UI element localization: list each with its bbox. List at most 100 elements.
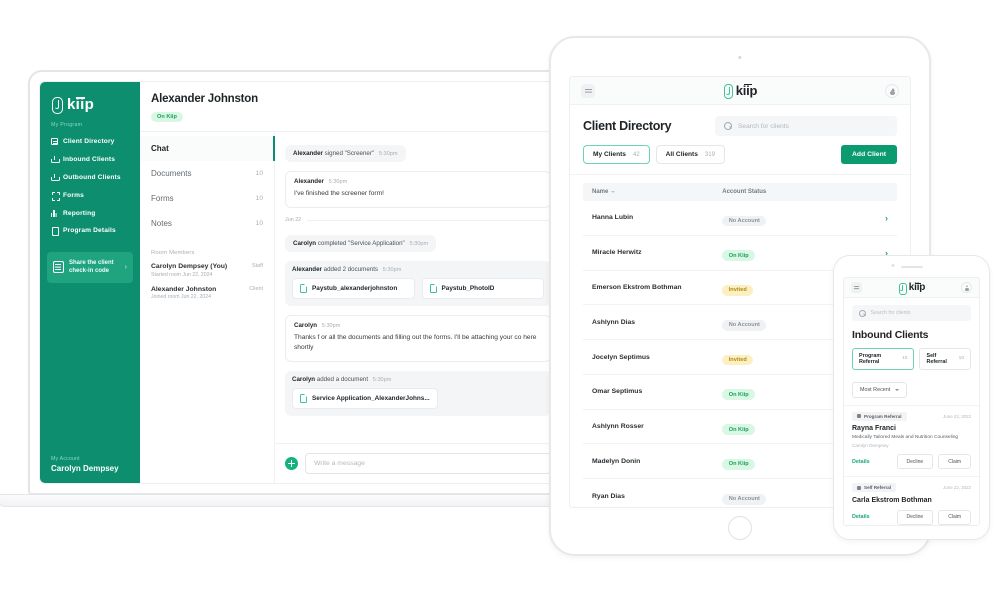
document-chip[interactable]: Service Application_AlexanderJohns... bbox=[292, 388, 438, 409]
device-mockup-scene: kiip My Program Client Directory Inbound… bbox=[0, 0, 1000, 592]
decline-button[interactable]: Decline bbox=[896, 454, 934, 470]
phone-speaker bbox=[900, 266, 923, 268]
segment-all-clients[interactable]: All Clients 319 bbox=[655, 145, 725, 164]
hamburger-icon[interactable] bbox=[851, 282, 862, 293]
laptop-device: kiip My Program Client Directory Inbound… bbox=[0, 70, 603, 520]
laptop-body: Chat Documents 10 Forms 10 Notes 10 Room… bbox=[140, 132, 561, 483]
tab-label: Documents bbox=[151, 169, 192, 178]
referral-type-label: Program Referral bbox=[864, 413, 902, 419]
search-placeholder: Search for clients bbox=[870, 309, 911, 316]
row-chevron-icon[interactable]: › bbox=[872, 213, 888, 223]
kiip-mark-icon bbox=[51, 97, 63, 114]
tablet-home-button[interactable] bbox=[728, 516, 752, 540]
hamburger-icon[interactable] bbox=[581, 83, 595, 98]
chat-message: Alexander 5:30pm I've finished the scree… bbox=[285, 171, 551, 209]
segment-self-referral[interactable]: Self Referral 10 bbox=[919, 347, 971, 370]
event-actor: Carolyn bbox=[293, 240, 317, 248]
search-icon bbox=[859, 309, 866, 316]
chat-event: Carolyn completed "Service Application" … bbox=[285, 235, 437, 253]
directory-header: Client Directory Search for clients bbox=[570, 105, 910, 145]
search-icon bbox=[724, 122, 732, 130]
plus-circle-icon[interactable] bbox=[285, 457, 298, 470]
tab-documents[interactable]: Documents 10 bbox=[140, 161, 274, 186]
decline-button[interactable]: Decline bbox=[896, 509, 934, 525]
tab-forms[interactable]: Forms 10 bbox=[140, 186, 274, 211]
sidebar-account[interactable]: My Account Carolyn Dempsey bbox=[40, 456, 140, 483]
sidebar-item-program-details[interactable]: Program Details bbox=[40, 222, 140, 240]
status-badge: No Account bbox=[722, 215, 767, 227]
laptop-base bbox=[0, 494, 603, 507]
claim-button[interactable]: Claim bbox=[938, 454, 971, 470]
sort-row: Most Recent bbox=[844, 378, 979, 405]
sidebar-item-inbound-clients[interactable]: Inbound Clients bbox=[40, 151, 140, 169]
kiip-wordmark: kiip bbox=[735, 83, 758, 98]
tab-notes[interactable]: Notes 10 bbox=[140, 211, 274, 236]
referral-referrer: Carolyn Dempsey bbox=[852, 443, 889, 449]
tab-chat[interactable]: Chat bbox=[140, 136, 275, 161]
status-badge: On Kiip bbox=[722, 424, 756, 435]
member-sub: Started room Jun 22, 2024 bbox=[151, 271, 213, 278]
sidebar-item-reporting[interactable]: Reporting bbox=[40, 204, 140, 222]
bell-icon[interactable] bbox=[884, 83, 899, 98]
message-header: Carolyn 5:30pm bbox=[294, 322, 542, 329]
documents-event: Carolyn added a document 5:30pm Service … bbox=[285, 371, 551, 416]
referral-client-name: Rayna Franci bbox=[852, 425, 896, 433]
table-row[interactable]: Hanna Lubin No Account › bbox=[583, 201, 897, 236]
sidebar-item-label: Client Directory bbox=[63, 138, 115, 146]
message-input[interactable]: Write a message bbox=[305, 453, 551, 474]
message-body: I've finished the screener form! bbox=[294, 190, 384, 197]
client-filter-segments: My Clients 42 All Clients 319 bbox=[583, 145, 725, 164]
segment-program-referral[interactable]: Program Referral 10 bbox=[852, 347, 915, 370]
search-input[interactable]: Search for clients bbox=[715, 116, 897, 136]
sidebar-item-outbound-clients[interactable]: Outbound Clients bbox=[40, 169, 140, 187]
sort-dropdown[interactable]: Most Recent bbox=[852, 381, 908, 398]
add-client-button[interactable]: Add Client bbox=[841, 145, 897, 164]
document-chip[interactable]: Paystub_alexanderjohnston bbox=[292, 278, 415, 299]
sidebar-item-forms[interactable]: Forms bbox=[40, 186, 140, 204]
segment-my-clients[interactable]: My Clients 42 bbox=[583, 145, 650, 164]
search-input[interactable]: Search for clients bbox=[852, 305, 971, 321]
document-chip-row: Service Application_AlexanderJohns... bbox=[292, 388, 544, 409]
referral-card[interactable]: Program Referral June 22, 2022 Rayna Fra… bbox=[844, 406, 979, 478]
status-badge: On Kiip bbox=[151, 111, 183, 123]
document-chip[interactable]: Paystub_PhotoID bbox=[421, 278, 544, 299]
chat-feed: Alexander signed "Screener" 5:30pm Alexa… bbox=[275, 132, 561, 443]
referral-card-top: Self Referral June 22, 2022 bbox=[852, 483, 971, 493]
status-badge: On Kiip bbox=[722, 458, 756, 470]
sort-caret-icon bbox=[611, 191, 616, 193]
kiip-wordmark: kiip bbox=[67, 96, 95, 113]
referral-type-tag: Self Referral bbox=[852, 483, 897, 493]
share-checkin-code-card[interactable]: Share the client check-in code › bbox=[47, 251, 133, 284]
sidebar-item-client-directory[interactable]: Client Directory bbox=[40, 133, 140, 151]
segment-count: 10 bbox=[958, 356, 964, 361]
column-header-name[interactable]: Name bbox=[592, 189, 722, 195]
chat-message: Carolyn 5:30pm Thanks f or all the docum… bbox=[285, 314, 551, 363]
grid-icon bbox=[51, 138, 58, 146]
claim-button[interactable]: Claim bbox=[938, 509, 971, 525]
message-header: Alexander 5:30pm bbox=[294, 178, 542, 185]
message-body: Thanks f or all the documents and fillin… bbox=[294, 333, 537, 351]
tab-count: 10 bbox=[255, 220, 263, 227]
document-name: Paystub_PhotoID bbox=[441, 284, 495, 292]
status-badge: No Account bbox=[722, 319, 767, 331]
referral-type-label: Self Referral bbox=[864, 485, 892, 491]
kiip-logo: kiip bbox=[898, 282, 926, 295]
chat-event: Alexander signed "Screener" 5:30pm bbox=[285, 145, 406, 162]
bell-icon[interactable] bbox=[961, 282, 972, 293]
message-time: 5:30pm bbox=[321, 322, 341, 329]
referral-actions: Details Decline Claim bbox=[852, 509, 971, 525]
member-role: Client bbox=[249, 285, 263, 292]
kiip-wordmark: kiip bbox=[908, 282, 926, 293]
cell-name: Emerson Ekstrom Bothman bbox=[592, 283, 682, 291]
cell-name: Ryan Dias bbox=[592, 492, 625, 500]
member-sub: Joined room Jun 22, 2024 bbox=[151, 294, 211, 300]
kiip-mark-icon bbox=[898, 282, 907, 295]
referral-client-name: Carla Ekstrom Bothman bbox=[852, 496, 932, 504]
details-link[interactable]: Details bbox=[852, 514, 870, 520]
message-composer: Write a message bbox=[275, 443, 561, 483]
member-role: Staff bbox=[252, 263, 263, 269]
sidebar-item-label: Inbound Clients bbox=[63, 156, 116, 164]
details-link[interactable]: Details bbox=[852, 459, 870, 465]
referral-card[interactable]: Self Referral June 22, 2022 Carla Ekstro… bbox=[844, 477, 979, 525]
file-icon bbox=[429, 284, 437, 293]
